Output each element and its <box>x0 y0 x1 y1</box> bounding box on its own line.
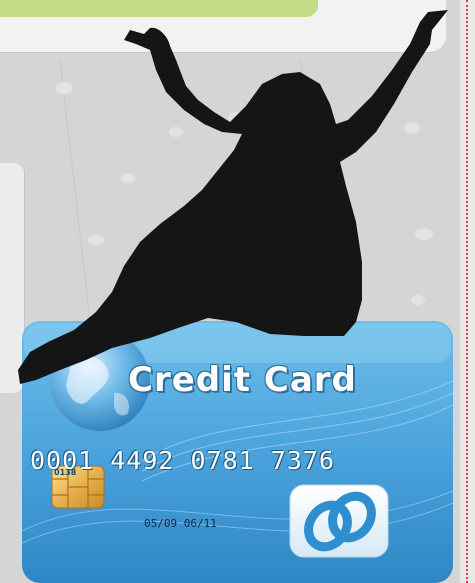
woman-silhouette <box>18 10 448 384</box>
illustration-scene: Credit Card 0001 4492 0781 7376 0138 05/… <box>0 0 475 583</box>
